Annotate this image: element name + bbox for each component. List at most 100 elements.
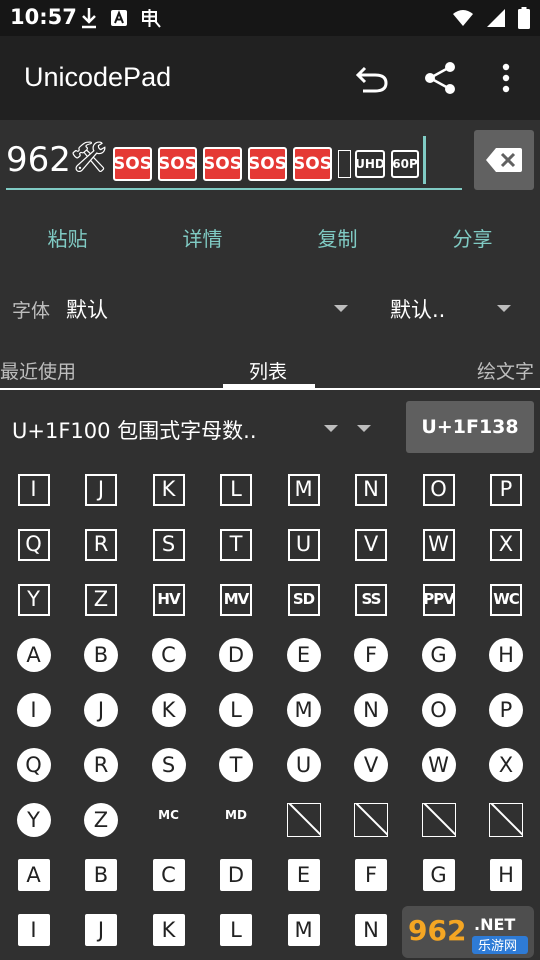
char-cell[interactable]: H: [473, 847, 540, 902]
char-cell[interactable]: N: [338, 902, 405, 957]
char-cell[interactable]: Q: [0, 737, 67, 792]
tab-emoji[interactable]: 绘文字: [477, 357, 534, 384]
chevron-down-icon: [497, 305, 511, 312]
char-cell[interactable]: Q: [0, 517, 67, 572]
char-cell[interactable]: X: [473, 517, 540, 572]
char-glyph: C: [152, 858, 185, 891]
char-glyph: J: [84, 692, 118, 727]
char-cell[interactable]: E: [270, 847, 337, 902]
undo-button[interactable]: [352, 58, 392, 98]
paste-button[interactable]: 粘贴: [0, 223, 135, 252]
char-cell[interactable]: U: [270, 737, 337, 792]
char-cell[interactable]: [270, 792, 337, 847]
font-variant-value: 默认..: [390, 298, 446, 322]
char-cell[interactable]: S: [135, 517, 202, 572]
char-cell[interactable]: L: [203, 682, 270, 737]
char-cell[interactable]: C: [135, 627, 202, 682]
tab-recent[interactable]: 最近使用: [0, 357, 76, 384]
char-cell[interactable]: J: [68, 462, 135, 517]
char-cell[interactable]: I: [0, 682, 67, 737]
char-cell[interactable]: [405, 792, 472, 847]
font-dropdown[interactable]: 默认: [60, 285, 360, 331]
char-cell[interactable]: Y: [0, 792, 67, 847]
char-cell[interactable]: V: [338, 737, 405, 792]
share-text-button[interactable]: 分享: [405, 223, 540, 252]
details-button[interactable]: 详情: [135, 223, 270, 252]
char-cell[interactable]: B: [68, 847, 135, 902]
code-point-button[interactable]: U+1F138: [406, 401, 534, 453]
char-cell[interactable]: E: [270, 627, 337, 682]
char-cell[interactable]: PPV: [405, 572, 472, 627]
char-cell[interactable]: M: [270, 682, 337, 737]
char-cell[interactable]: U: [270, 517, 337, 572]
char-cell[interactable]: SS: [338, 572, 405, 627]
char-glyph: [421, 802, 456, 837]
char-glyph: E: [287, 858, 320, 891]
char-glyph: N: [355, 913, 387, 946]
char-cell[interactable]: H: [473, 627, 540, 682]
app-bar: UnicodePad: [0, 36, 540, 120]
block-label: U+1F100 包围式字母数..: [12, 419, 257, 443]
char-cell[interactable]: M: [270, 902, 337, 957]
char-cell[interactable]: F: [338, 627, 405, 682]
char-cell[interactable]: J: [68, 902, 135, 957]
char-cell[interactable]: D: [203, 627, 270, 682]
char-cell[interactable]: C: [135, 847, 202, 902]
char-cell[interactable]: R: [68, 517, 135, 572]
char-cell[interactable]: MD: [203, 792, 270, 847]
char-cell[interactable]: HV: [135, 572, 202, 627]
char-cell[interactable]: K: [135, 682, 202, 737]
block-dropdown[interactable]: U+1F100 包围式字母数..: [0, 398, 390, 458]
char-cell[interactable]: L: [203, 902, 270, 957]
char-cell[interactable]: J: [68, 682, 135, 737]
char-cell[interactable]: N: [338, 682, 405, 737]
char-cell[interactable]: B: [68, 627, 135, 682]
font-variant-dropdown[interactable]: 默认..: [384, 285, 524, 331]
char-cell[interactable]: F: [338, 847, 405, 902]
char-cell[interactable]: W: [405, 737, 472, 792]
char-cell[interactable]: I: [0, 902, 67, 957]
char-cell[interactable]: M: [270, 462, 337, 517]
char-cell[interactable]: Z: [68, 572, 135, 627]
char-cell[interactable]: X: [473, 737, 540, 792]
char-cell[interactable]: A: [0, 847, 67, 902]
char-cell[interactable]: G: [405, 847, 472, 902]
char-cell[interactable]: K: [135, 462, 202, 517]
share-button[interactable]: [420, 58, 460, 98]
char-cell[interactable]: [473, 792, 540, 847]
tools-glyph: 🛠: [70, 140, 109, 175]
char-cell[interactable]: L: [203, 462, 270, 517]
char-cell[interactable]: SD: [270, 572, 337, 627]
sos-glyph: SOS: [293, 147, 332, 181]
char-cell[interactable]: R: [68, 737, 135, 792]
char-cell[interactable]: W: [405, 517, 472, 572]
char-cell[interactable]: S: [135, 737, 202, 792]
copy-button[interactable]: 复制: [270, 223, 405, 252]
wifi-icon: [453, 10, 473, 26]
char-cell[interactable]: G: [405, 627, 472, 682]
overflow-menu-button[interactable]: [486, 58, 526, 98]
char-cell[interactable]: O: [405, 682, 472, 737]
char-cell[interactable]: N: [338, 462, 405, 517]
char-cell[interactable]: D: [203, 847, 270, 902]
char-cell[interactable]: MC: [135, 792, 202, 847]
char-glyph: W: [421, 747, 456, 782]
char-cell[interactable]: V: [338, 517, 405, 572]
char-cell[interactable]: WC: [473, 572, 540, 627]
backspace-button[interactable]: [474, 130, 534, 190]
char-cell[interactable]: A: [0, 627, 67, 682]
char-cell[interactable]: MV: [203, 572, 270, 627]
char-cell[interactable]: T: [203, 737, 270, 792]
char-cell[interactable]: [338, 792, 405, 847]
char-cell[interactable]: O: [405, 462, 472, 517]
char-cell[interactable]: P: [473, 682, 540, 737]
char-glyph: B: [85, 858, 117, 891]
char-cell[interactable]: Y: [0, 572, 67, 627]
char-cell[interactable]: I: [0, 462, 67, 517]
char-cell[interactable]: P: [473, 462, 540, 517]
tab-list[interactable]: 列表: [249, 357, 287, 384]
char-cell[interactable]: T: [203, 517, 270, 572]
char-cell[interactable]: K: [135, 902, 202, 957]
text-editor[interactable]: 962 🛠 SOS SOS SOS SOS SOS UHD 60P: [6, 134, 462, 190]
char-cell[interactable]: Z: [68, 792, 135, 847]
